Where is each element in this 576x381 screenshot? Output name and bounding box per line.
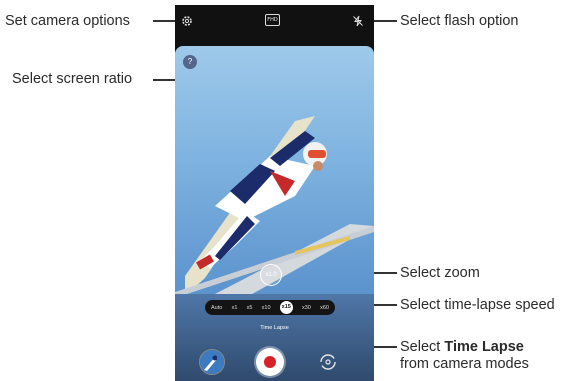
flash-off-icon[interactable] xyxy=(352,14,364,32)
callout-select-timelapse-mode: Select Time Lapse xyxy=(400,339,524,356)
speed-option-x60[interactable]: x60 xyxy=(320,305,329,311)
screen-ratio-button[interactable]: FHD xyxy=(265,14,280,26)
callout-set-camera-options: Set camera options xyxy=(5,13,130,29)
phone-screen: FHD ? x1.0 Auto x1 x5 x10 x15 x30 x60 Ti… xyxy=(175,5,374,381)
camera-mode-strip[interactable]: Time Lapse xyxy=(175,325,374,337)
callout-select-timelapse-speed: Select time-lapse speed xyxy=(400,297,555,313)
record-button[interactable] xyxy=(256,348,284,376)
callout-select-screen-ratio: Select screen ratio xyxy=(12,71,133,87)
callout-select-flash-option: Select flash option xyxy=(400,13,519,29)
callout-select-prefix: Select xyxy=(400,339,445,355)
mode-time-lapse[interactable]: Time Lapse xyxy=(260,325,289,337)
callout-timelapse-bold: Time Lapse xyxy=(444,339,524,355)
camera-switch-icon[interactable] xyxy=(317,351,339,373)
speed-option-x10[interactable]: x10 xyxy=(262,305,271,311)
speed-option-auto[interactable]: Auto xyxy=(211,305,222,311)
record-icon xyxy=(264,356,276,368)
zoom-button[interactable]: x1.0 xyxy=(260,264,282,286)
speed-option-x5[interactable]: x5 xyxy=(247,305,253,311)
speed-option-x30[interactable]: x30 xyxy=(302,305,311,311)
camera-viewfinder[interactable]: ? xyxy=(175,46,374,294)
callout-select-zoom: Select zoom xyxy=(400,265,480,281)
speed-option-x1[interactable]: x1 xyxy=(232,305,238,311)
callout-from-camera-modes: from camera modes xyxy=(400,356,529,372)
gear-icon[interactable] xyxy=(181,14,193,32)
gallery-thumbnail-icon xyxy=(200,350,224,374)
speed-option-x15-selected[interactable]: x15 xyxy=(279,301,293,314)
camera-top-bar: FHD xyxy=(175,5,374,46)
timelapse-speed-bar[interactable]: Auto x1 x5 x10 x15 x30 x60 xyxy=(205,300,335,315)
gallery-thumbnail[interactable] xyxy=(199,349,225,375)
ski-jumper-photo xyxy=(175,116,374,294)
